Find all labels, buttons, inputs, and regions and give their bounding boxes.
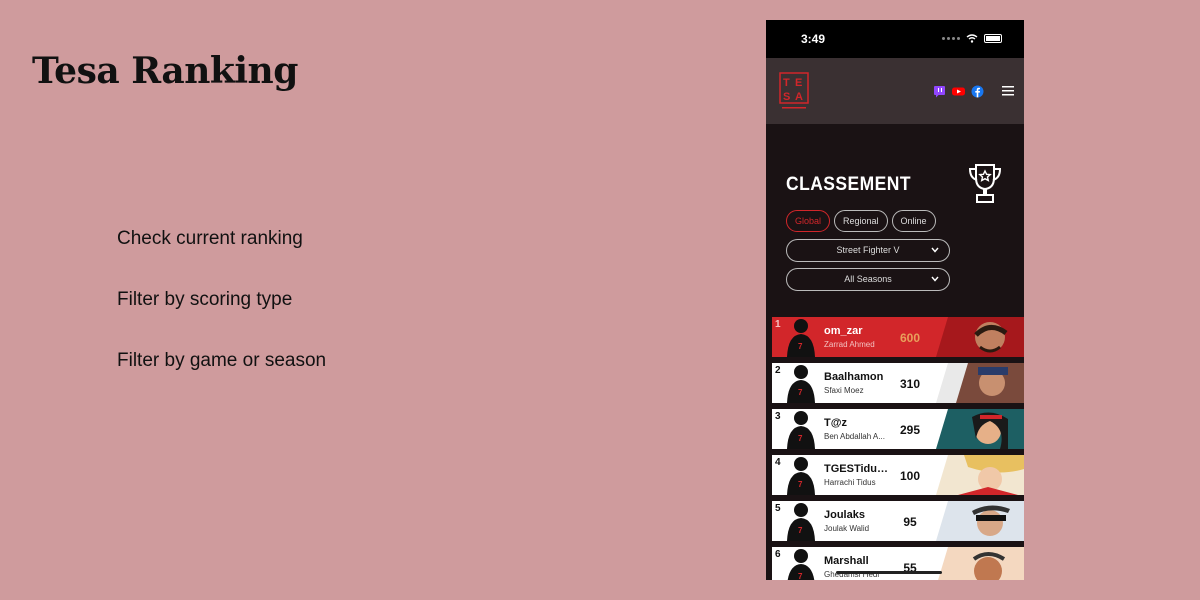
filter-online[interactable]: Online: [891, 210, 936, 232]
status-time: 3:49: [801, 32, 826, 46]
player-points: 295: [899, 423, 921, 437]
home-indicator: [836, 571, 942, 574]
chevron-down-icon: [931, 247, 939, 253]
player-avatar: 7: [787, 457, 815, 495]
player-name: Joulak Walid: [824, 524, 870, 533]
svg-text:S: S: [783, 91, 790, 103]
phone-screen: 3:49 T E S A CLASSEMENT Global Regional …: [766, 20, 1024, 580]
facebook-icon[interactable]: [971, 85, 984, 98]
player-avatar: 7: [787, 411, 815, 449]
player-points: 310: [899, 377, 921, 391]
ranking-row[interactable]: 2 7 Baalhamon Sfaxi Moez 310: [772, 363, 1024, 403]
trophy-icon: [968, 164, 1002, 203]
svg-text:A: A: [795, 91, 803, 103]
feature-text: Filter by scoring type: [117, 289, 293, 310]
scoring-filter: Global Regional Online: [786, 210, 936, 232]
wifi-icon: [966, 34, 978, 43]
promo-title: Tesa Ranking: [32, 50, 298, 92]
game-select-value: Street Fighter V: [836, 245, 900, 255]
rank-number: 5: [775, 503, 781, 514]
player-points: 100: [899, 469, 921, 483]
social-links: [933, 85, 984, 98]
rank-number: 3: [775, 411, 781, 422]
app-header: T E S A: [766, 58, 1024, 124]
player-name: Harrachi Tidus: [824, 478, 876, 487]
rank-number: 2: [775, 365, 781, 376]
page-title: CLASSEMENT: [786, 174, 912, 195]
player-name: Ben Abdallah A...: [824, 432, 885, 441]
status-icons: [942, 34, 1002, 43]
chevron-down-icon: [931, 276, 939, 282]
feature-text: Filter by game or season: [117, 350, 327, 371]
player-tag: om_zar: [824, 325, 863, 337]
filter-global[interactable]: Global: [786, 210, 831, 232]
player-points: 600: [899, 331, 921, 345]
player-avatar: 7: [787, 365, 815, 403]
tesa-logo-icon[interactable]: T E S A: [779, 72, 809, 112]
character-portrait: [936, 409, 1024, 449]
player-name: Zarrad Ahmed: [824, 340, 875, 349]
filter-regional[interactable]: Regional: [834, 210, 888, 232]
svg-text:7: 7: [798, 342, 803, 351]
character-portrait: [938, 547, 1024, 580]
rank-number: 4: [775, 457, 781, 468]
twitch-icon[interactable]: [933, 85, 946, 98]
season-select-value: All Seasons: [844, 274, 892, 284]
svg-text:T: T: [783, 77, 790, 89]
battery-icon: [984, 34, 1002, 43]
svg-text:7: 7: [798, 572, 803, 580]
svg-text:7: 7: [798, 480, 803, 489]
character-portrait: [936, 455, 1024, 495]
player-avatar: 7: [787, 319, 815, 357]
ranking-row[interactable]: 6 7 Marshall Ghedamsi Hedi 55: [772, 547, 1024, 580]
player-tag: Baalhamon: [824, 371, 884, 383]
ranking-row[interactable]: 5 7 Joulaks Joulak Walid 95: [772, 501, 1024, 541]
youtube-icon[interactable]: [952, 85, 965, 98]
rank-number: 1: [775, 319, 781, 330]
svg-text:E: E: [795, 77, 802, 89]
ranking-row[interactable]: 4 7 TGESTidus... Harrachi Tidus 100: [772, 455, 1024, 495]
svg-text:7: 7: [798, 388, 803, 397]
rank-number: 6: [775, 549, 781, 560]
svg-text:7: 7: [798, 434, 803, 443]
svg-text:7: 7: [798, 526, 803, 535]
character-portrait: [936, 501, 1024, 541]
ranking-row[interactable]: 3 7 T@z Ben Abdallah A... 295: [772, 409, 1024, 449]
player-tag: Joulaks: [824, 509, 865, 521]
ranking-row[interactable]: 1 7 om_zar Zarrad Ahmed 600: [772, 317, 1024, 357]
feature-text: Check current ranking: [117, 228, 303, 249]
character-portrait: [936, 363, 1024, 403]
status-bar: 3:49: [766, 20, 1024, 58]
ranking-section: CLASSEMENT Global Regional Online Street…: [766, 124, 1024, 580]
signal-icon: [942, 37, 960, 40]
player-tag: TGESTidus...: [824, 463, 888, 475]
player-tag: Marshall: [824, 555, 869, 567]
player-avatar: 7: [787, 503, 815, 541]
player-points: 95: [903, 515, 917, 529]
game-select[interactable]: Street Fighter V: [786, 239, 950, 262]
season-select[interactable]: All Seasons: [786, 268, 950, 291]
character-portrait: [936, 317, 1024, 357]
hamburger-icon[interactable]: [1002, 86, 1014, 96]
player-tag: T@z: [824, 417, 847, 429]
player-name: Sfaxi Moez: [824, 386, 864, 395]
player-avatar: 7: [787, 549, 815, 580]
